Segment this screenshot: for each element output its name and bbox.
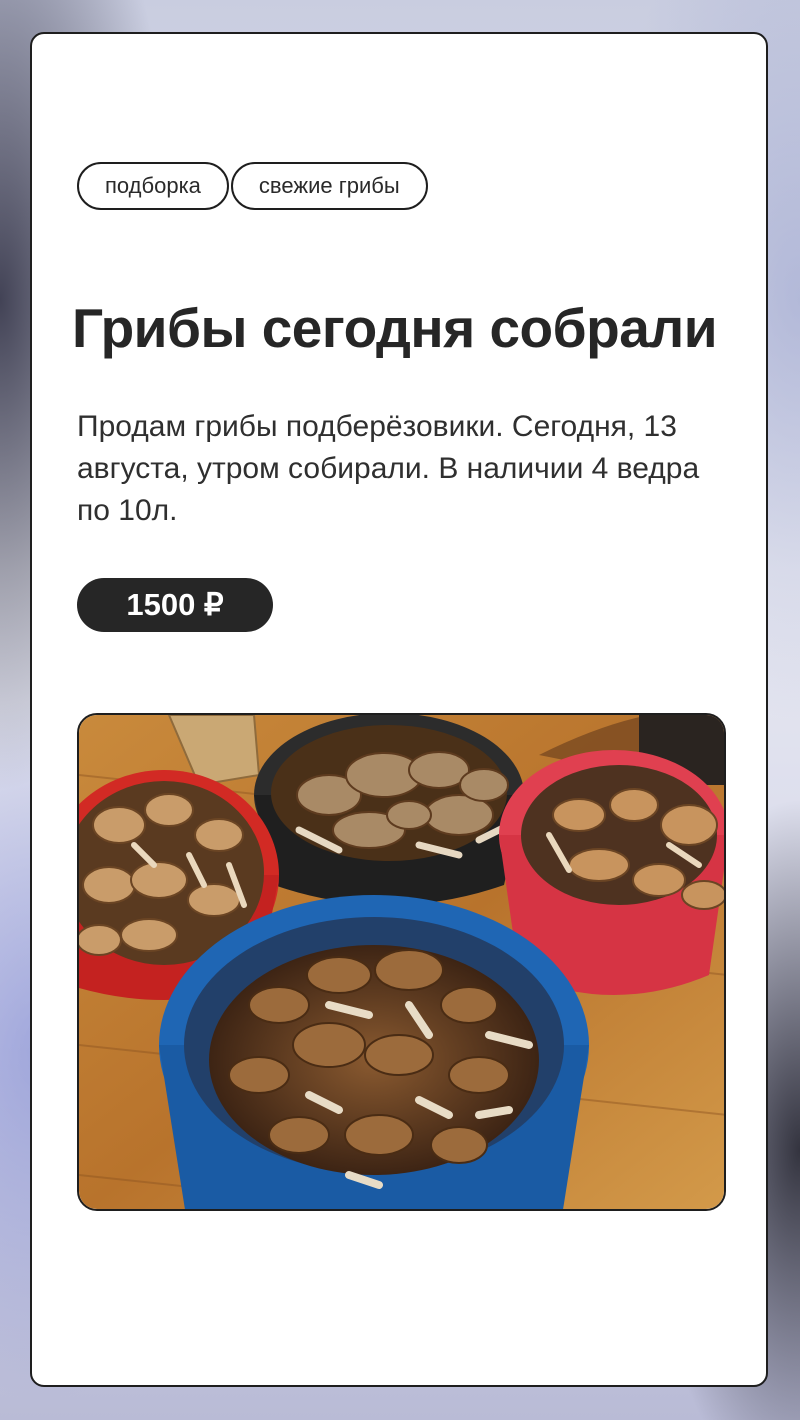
tag-fresh-mushrooms[interactable]: свежие грибы [230,162,428,210]
mushroom-buckets-photo [77,713,726,1211]
post-description: Продам грибы подберёзовики. Сегодня, 13 … [77,410,700,527]
price-badge: 1500 ₽ [77,578,273,632]
tag-selection[interactable]: подборка [77,162,229,210]
tag-list: подборка свежие грибы [77,162,428,210]
post-title: Грибы сегодня собрали [72,297,718,359]
post-card: подборка свежие грибы Грибы сегодня собр… [30,32,768,1387]
mushroom-photo-illustration [79,715,724,1209]
